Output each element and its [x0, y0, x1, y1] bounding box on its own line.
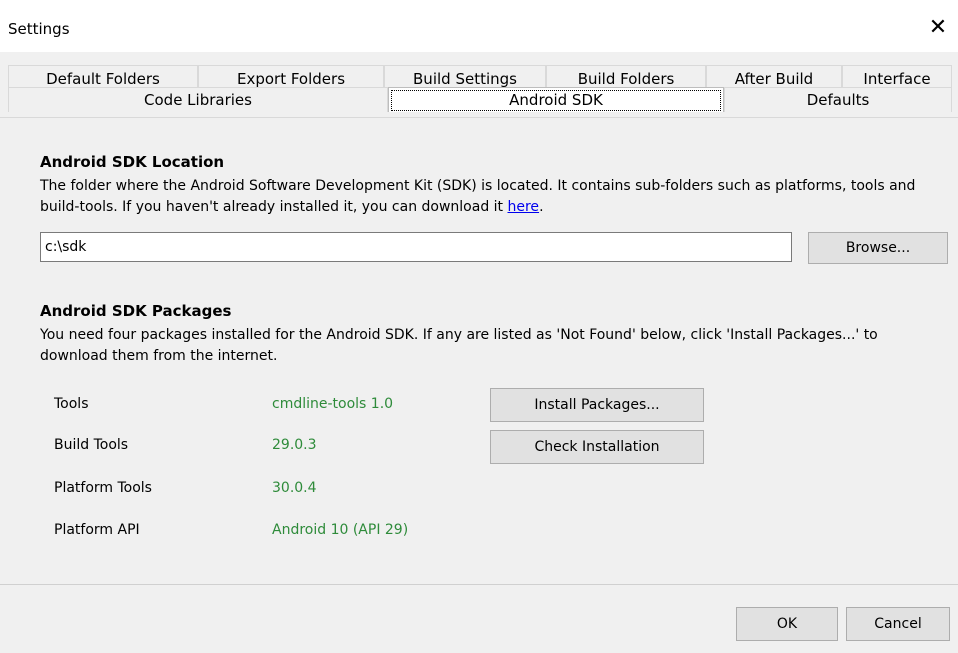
sdk-location-description: The folder where the Android Software De… — [40, 176, 950, 218]
settings-panel: Android SDK Location The folder where th… — [0, 117, 958, 584]
tab-defaults[interactable]: Defaults — [724, 87, 952, 112]
sdk-location-heading: Android SDK Location — [40, 153, 225, 171]
tab-after-build[interactable]: After Build — [706, 65, 842, 87]
title-bar: Settings ✕ — [0, 0, 958, 52]
tab-build-settings[interactable]: Build Settings — [384, 65, 546, 87]
pkg-label-platform-tools: Platform Tools — [54, 480, 152, 496]
pkg-value-tools: cmdline-tools 1.0 — [272, 396, 394, 412]
pkg-value-platform-api: Android 10 (API 29) — [272, 522, 409, 538]
sdk-location-text-end: . — [539, 199, 544, 215]
tab-interface[interactable]: Interface — [842, 65, 952, 87]
tab-export-folders[interactable]: Export Folders — [198, 65, 384, 87]
check-installation-button[interactable]: Check Installation — [490, 430, 704, 464]
sdk-path-input[interactable]: c:\sdk — [40, 232, 792, 262]
pkg-label-build-tools: Build Tools — [54, 437, 129, 453]
tab-focus-ring — [391, 90, 721, 111]
ok-button[interactable]: OK — [736, 607, 838, 641]
tab-strip: Default Folders Export Folders Build Set… — [0, 52, 958, 118]
tab-android-sdk[interactable]: Android SDK — [388, 87, 724, 112]
dialog-footer: OK Cancel — [0, 584, 958, 653]
download-link[interactable]: here — [508, 199, 540, 215]
tab-build-folders[interactable]: Build Folders — [546, 65, 706, 87]
close-icon[interactable]: ✕ — [924, 14, 952, 42]
pkg-label-platform-api: Platform API — [54, 522, 140, 538]
pkg-value-build-tools: 29.0.3 — [272, 437, 317, 453]
install-packages-button[interactable]: Install Packages... — [490, 388, 704, 422]
sdk-packages-description: You need four packages installed for the… — [40, 327, 878, 364]
window-title: Settings — [8, 20, 70, 38]
tab-default-folders[interactable]: Default Folders — [8, 65, 198, 87]
browse-button[interactable]: Browse... — [808, 232, 948, 264]
cancel-button[interactable]: Cancel — [846, 607, 950, 641]
sdk-location-text: The folder where the Android Software De… — [40, 178, 916, 215]
pkg-label-tools: Tools — [54, 396, 89, 412]
tab-code-libraries[interactable]: Code Libraries — [8, 87, 388, 112]
sdk-packages-heading: Android SDK Packages — [40, 302, 232, 320]
pkg-value-platform-tools: 30.0.4 — [272, 480, 317, 496]
